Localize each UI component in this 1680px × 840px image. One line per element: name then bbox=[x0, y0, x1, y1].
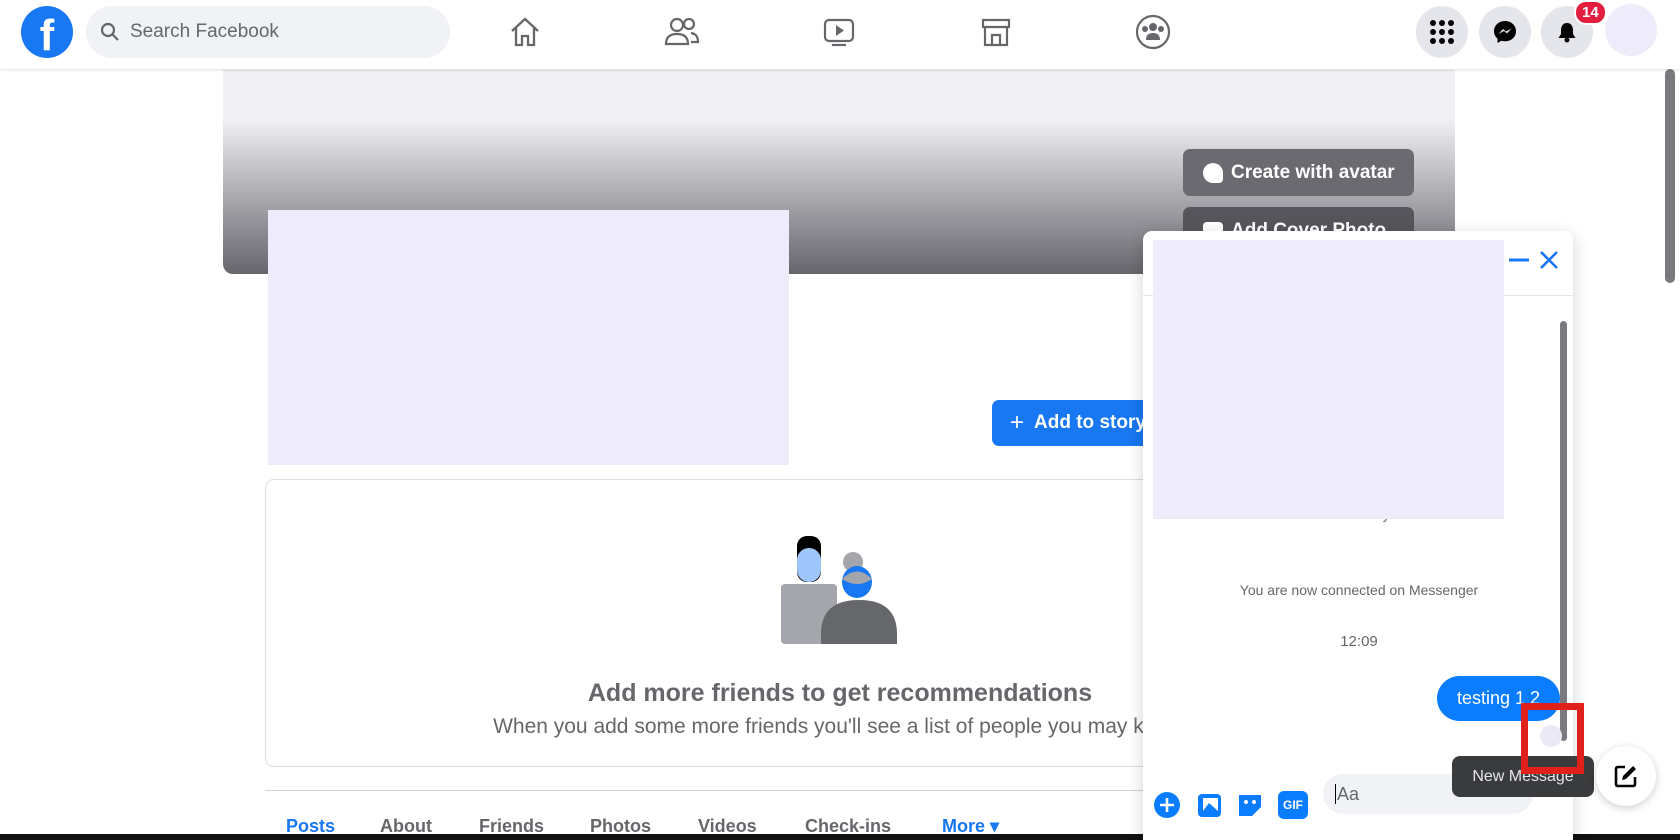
profile-info-placeholder bbox=[268, 210, 789, 465]
marketplace-icon[interactable] bbox=[974, 10, 1018, 54]
chat-window: Studied at University of Pretoria You ar… bbox=[1143, 231, 1573, 840]
highlight-box bbox=[1521, 703, 1584, 774]
messenger-icon bbox=[1494, 21, 1516, 43]
chat-timestamp: 12:09 bbox=[1340, 633, 1378, 650]
sticker-icon bbox=[1239, 795, 1261, 816]
bell-icon bbox=[1558, 23, 1576, 43]
friends-illustration bbox=[781, 536, 897, 644]
create-with-avatar-button[interactable]: Create with avatar bbox=[1183, 149, 1414, 196]
account-avatar[interactable] bbox=[1605, 4, 1657, 56]
search-placeholder: Search Facebook bbox=[130, 21, 279, 42]
search-input[interactable]: Search Facebook bbox=[86, 6, 450, 58]
chat-contact-placeholder[interactable] bbox=[1153, 240, 1504, 519]
more-actions-button[interactable] bbox=[1153, 791, 1181, 819]
message-input-placeholder: Aa bbox=[1335, 784, 1360, 804]
messenger-button[interactable] bbox=[1479, 6, 1531, 58]
connected-notice: You are now connected on Messenger bbox=[1239, 582, 1479, 598]
photo-icon bbox=[1198, 794, 1221, 817]
close-icon bbox=[1540, 251, 1558, 269]
new-message-button[interactable] bbox=[1596, 746, 1656, 806]
plus-icon: + bbox=[1010, 409, 1025, 436]
close-chat-button[interactable] bbox=[1537, 248, 1561, 272]
plus-circle-icon bbox=[1154, 792, 1180, 818]
top-navigation-bar: f Search Facebook 14 bbox=[0, 0, 1680, 69]
compose-icon bbox=[1614, 765, 1637, 788]
home-icon[interactable] bbox=[503, 10, 547, 54]
minimize-chat-button[interactable] bbox=[1507, 245, 1531, 275]
minimize-icon bbox=[1509, 258, 1529, 262]
sticker-button[interactable] bbox=[1236, 791, 1264, 819]
groups-icon[interactable] bbox=[1131, 10, 1175, 54]
facebook-logo[interactable]: f bbox=[21, 6, 73, 58]
page-scrollbar[interactable] bbox=[1665, 69, 1675, 283]
create-with-avatar-label: Create with avatar bbox=[1231, 161, 1395, 183]
gif-button[interactable]: GIF bbox=[1278, 791, 1308, 819]
grid-icon bbox=[1430, 20, 1454, 44]
add-to-story-label: Add to story bbox=[1034, 412, 1146, 433]
search-icon bbox=[100, 22, 119, 41]
friends-icon[interactable] bbox=[660, 10, 704, 54]
attach-photo-button[interactable] bbox=[1195, 791, 1223, 819]
chat-scrollbar[interactable] bbox=[1560, 321, 1567, 741]
menu-grid-button[interactable] bbox=[1416, 6, 1468, 58]
watch-icon[interactable] bbox=[817, 10, 861, 54]
avatar-icon bbox=[1203, 162, 1223, 183]
notification-badge: 14 bbox=[1574, 0, 1607, 25]
